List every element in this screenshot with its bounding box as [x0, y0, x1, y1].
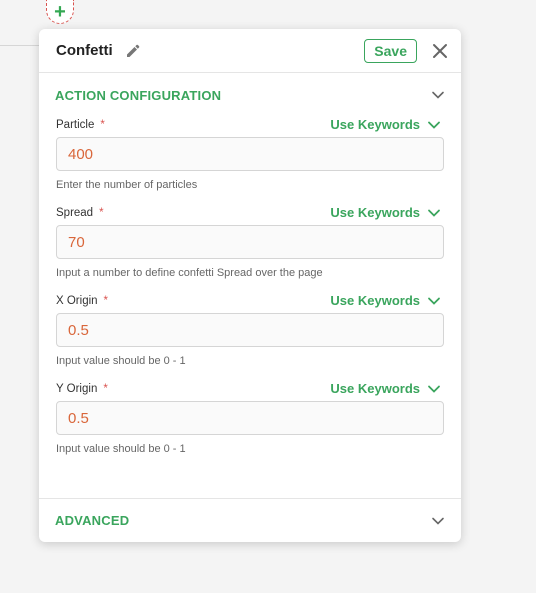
confetti-config-panel: Confetti Save ACTION CONFIGURATION Parti… — [39, 29, 461, 542]
use-keywords-label: Use Keywords — [330, 293, 420, 308]
field-hint-particle: Enter the number of particles — [56, 179, 198, 191]
advanced-section-toggle[interactable]: ADVANCED — [39, 498, 461, 542]
action-configuration-toggle[interactable]: ACTION CONFIGURATION — [39, 73, 461, 117]
use-keywords-label: Use Keywords — [330, 381, 420, 396]
action-configuration-fields: Particle * Use Keywords Enter the number … — [39, 117, 461, 455]
panel-title: Confetti — [56, 42, 113, 59]
plus-icon: + — [54, 0, 66, 23]
chevron-down-icon — [428, 209, 440, 217]
required-marker: * — [103, 294, 109, 307]
field-label-y-origin: Y Origin — [56, 382, 98, 395]
close-icon[interactable] — [431, 42, 449, 60]
chevron-down-icon — [428, 385, 440, 393]
use-keywords-toggle-spread[interactable]: Use Keywords — [330, 205, 444, 220]
spread-input[interactable] — [56, 225, 444, 259]
chevron-down-icon — [432, 91, 444, 99]
field-hint-y-origin: Input value should be 0 - 1 — [56, 443, 186, 455]
chevron-down-icon — [428, 121, 440, 129]
add-step-button[interactable]: + — [46, 0, 74, 24]
field-label-x-origin: X Origin — [56, 294, 98, 307]
field-label-spread: Spread — [56, 206, 94, 219]
required-marker: * — [99, 206, 104, 219]
canvas-connector-line — [0, 45, 40, 46]
particle-input[interactable] — [56, 137, 444, 171]
save-button[interactable]: Save — [364, 38, 417, 63]
required-marker: * — [103, 382, 108, 395]
use-keywords-toggle-particle[interactable]: Use Keywords — [330, 117, 444, 132]
field-label-particle: Particle — [56, 118, 95, 131]
field-x-origin: X Origin * Use Keywords Input value shoul… — [56, 293, 444, 367]
use-keywords-toggle-y-origin[interactable]: Use Keywords — [330, 381, 444, 396]
x-origin-input[interactable] — [56, 313, 444, 347]
panel-header: Confetti Save — [39, 29, 461, 73]
chevron-down-icon — [428, 297, 440, 305]
field-hint-x-origin: Input value should be 0 - 1 — [56, 355, 186, 367]
field-particle: Particle * Use Keywords Enter the number … — [56, 117, 444, 191]
section-title-advanced: ADVANCED — [55, 513, 130, 528]
field-y-origin: Y Origin * Use Keywords Input value shoul… — [56, 381, 444, 455]
y-origin-input[interactable] — [56, 401, 444, 435]
use-keywords-label: Use Keywords — [330, 205, 420, 220]
field-hint-spread: Input a number to define confetti Spread… — [56, 267, 323, 279]
chevron-down-icon — [432, 517, 444, 525]
required-marker: * — [100, 118, 105, 131]
use-keywords-label: Use Keywords — [330, 117, 420, 132]
field-spread: Spread * Use Keywords Input a number to d… — [56, 205, 444, 279]
use-keywords-toggle-x-origin[interactable]: Use Keywords — [330, 293, 444, 308]
pencil-icon[interactable] — [125, 43, 141, 59]
section-title-action-configuration: ACTION CONFIGURATION — [55, 87, 222, 103]
